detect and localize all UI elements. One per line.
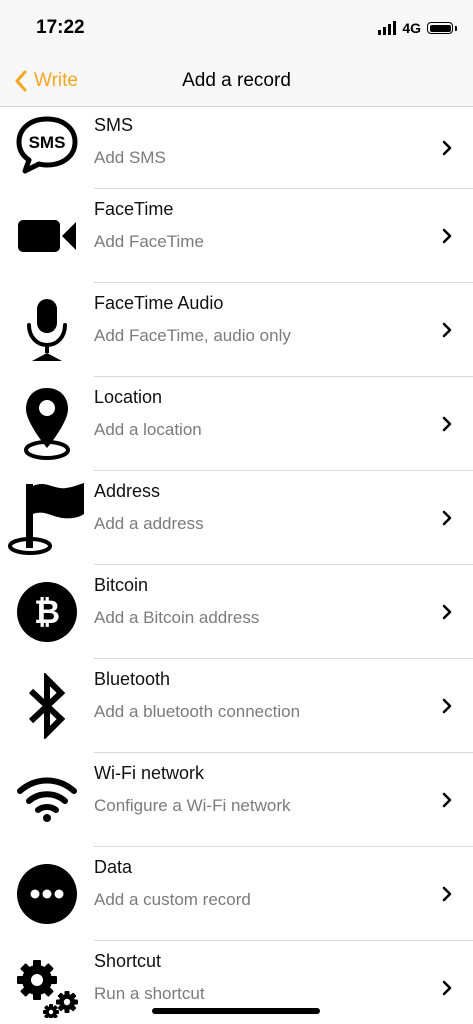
location-pin-icon [14,388,80,460]
record-title: Address [94,481,161,501]
bluetooth-icon [14,673,80,739]
status-time: 17:22 [36,17,85,38]
chevron-right-icon [442,416,452,432]
network-type: 4G [402,20,421,36]
record-title: Location [94,387,163,407]
record-row-sms[interactable]: SMS SMS Add SMS [0,107,473,189]
record-row-bluetooth[interactable]: Bluetooth Add a bluetooth connection [0,659,473,753]
video-camera-icon [14,203,80,269]
record-title: SMS [94,115,134,135]
record-subtitle: Run a shortcut [94,984,205,1003]
record-title: FaceTime [94,199,174,219]
record-subtitle: Add SMS [94,148,166,167]
page-title: Add a record [182,70,291,91]
record-row-facetime-audio[interactable]: FaceTime Audio Add FaceTime, audio only [0,283,473,377]
status-bar: 17:22 4G [0,0,473,56]
record-title: FaceTime Audio [94,293,224,313]
record-title: Wi-Fi network [94,763,205,783]
chevron-right-icon [442,792,452,808]
microphone-icon [14,297,80,363]
record-row-address[interactable]: Address Add a address [0,471,473,565]
battery-icon [427,22,457,34]
record-row-data[interactable]: Data Add a custom record [0,847,473,941]
record-subtitle: Add FaceTime [94,232,204,251]
record-subtitle: Add a address [94,514,204,533]
flag-icon [6,478,86,558]
status-indicators: 4G [378,18,457,38]
home-indicator[interactable] [152,1008,320,1014]
chevron-right-icon [442,140,452,156]
chevron-right-icon [442,322,452,338]
chevron-right-icon [442,698,452,714]
record-row-location[interactable]: Location Add a location [0,377,473,471]
gears-icon [14,955,80,1021]
more-dots-icon [14,861,80,927]
record-title: Bitcoin [94,575,149,595]
cellular-signal-icon [378,21,397,35]
record-subtitle: Add a bluetooth connection [94,702,301,721]
chevron-right-icon [442,886,452,902]
chevron-right-icon [442,604,452,620]
navigation-bar: Write Add a record [0,56,473,107]
record-row-wifi[interactable]: Wi-Fi network Configure a Wi-Fi network [0,753,473,847]
record-subtitle: Add a custom record [94,890,251,909]
record-subtitle: Configure a Wi-Fi network [94,796,291,815]
record-subtitle: Add a Bitcoin address [94,608,260,627]
record-row-bitcoin[interactable]: ₿ Bitcoin Add a Bitcoin address [0,565,473,659]
svg-text:₿: ₿ [34,593,60,631]
record-title: Data [94,857,133,877]
chevron-right-icon [442,510,452,526]
bitcoin-icon: ₿ [14,579,80,645]
svg-text:SMS: SMS [29,133,66,152]
record-row-facetime[interactable]: FaceTime Add FaceTime [0,189,473,283]
record-subtitle: Add a location [94,420,202,439]
record-title: Shortcut [94,951,162,971]
wifi-icon [14,767,80,833]
chevron-right-icon [442,980,452,996]
record-list: SMS SMS Add SMS FaceTime Add FaceTime Fa… [0,107,473,1024]
record-title: Bluetooth [94,669,171,689]
chevron-right-icon [442,228,452,244]
record-subtitle: Add FaceTime, audio only [94,326,291,345]
sms-icon: SMS [14,112,80,178]
